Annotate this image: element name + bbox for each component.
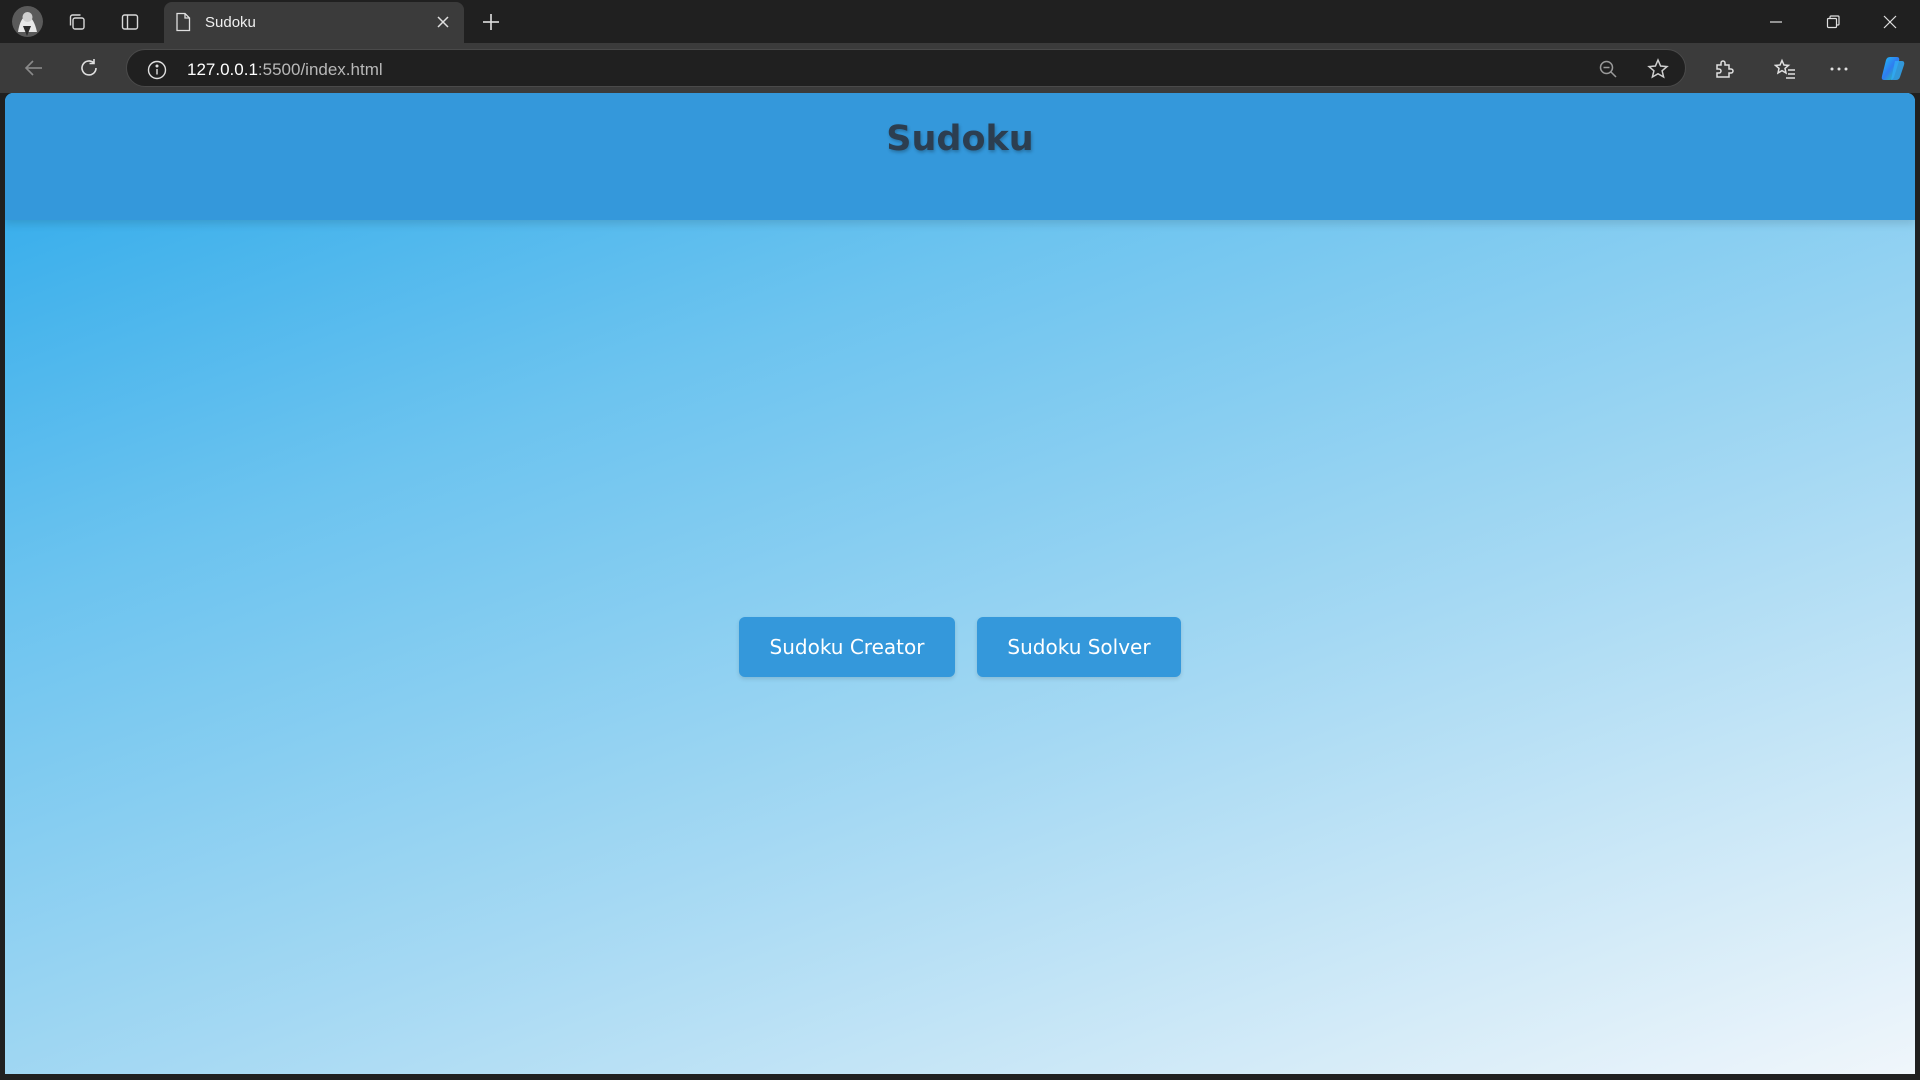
profile-avatar[interactable] <box>12 6 43 37</box>
tab-title: Sudoku <box>205 14 256 31</box>
workspaces-icon[interactable] <box>63 8 91 36</box>
restore-icon[interactable] <box>1805 0 1861 43</box>
info-icon[interactable] <box>147 60 167 84</box>
tab-sudoku[interactable]: Sudoku <box>164 2 464 43</box>
refresh-icon[interactable] <box>72 51 106 85</box>
page-viewport: Sudoku Sudoku Creator Sudoku Solver <box>5 93 1915 1074</box>
tab-actions-icon[interactable] <box>116 8 144 36</box>
zoom-out-icon[interactable] <box>1597 58 1619 80</box>
document-icon <box>175 12 191 36</box>
page-header: Sudoku <box>5 93 1915 220</box>
browser-toolbar: 127.0.0.1:5500/index.html <box>0 43 1920 123</box>
extensions-icon[interactable] <box>1711 56 1737 82</box>
page-title: Sudoku <box>886 119 1034 159</box>
window-bottom-edge <box>0 1074 1920 1080</box>
back-arrow-icon[interactable] <box>17 51 51 85</box>
star-icon[interactable] <box>1647 58 1669 80</box>
address-path: :5500/index.html <box>257 60 383 79</box>
address-host: 127.0.0.1 <box>187 60 258 79</box>
address-text: 127.0.0.1:5500/index.html <box>187 60 383 80</box>
address-bar[interactable]: 127.0.0.1:5500/index.html <box>126 49 1686 87</box>
plus-icon[interactable] <box>477 8 505 36</box>
more-icon[interactable] <box>1826 56 1852 82</box>
copilot-icon[interactable] <box>1878 53 1908 83</box>
tab-bar: Sudoku <box>0 0 1920 43</box>
close-icon[interactable] <box>434 13 452 35</box>
close-window-icon[interactable] <box>1862 0 1918 43</box>
minimize-icon[interactable] <box>1748 0 1804 43</box>
favorites-icon[interactable] <box>1772 56 1798 82</box>
sudoku-solver-button[interactable]: Sudoku Solver <box>977 617 1181 677</box>
sudoku-creator-button[interactable]: Sudoku Creator <box>739 617 955 677</box>
